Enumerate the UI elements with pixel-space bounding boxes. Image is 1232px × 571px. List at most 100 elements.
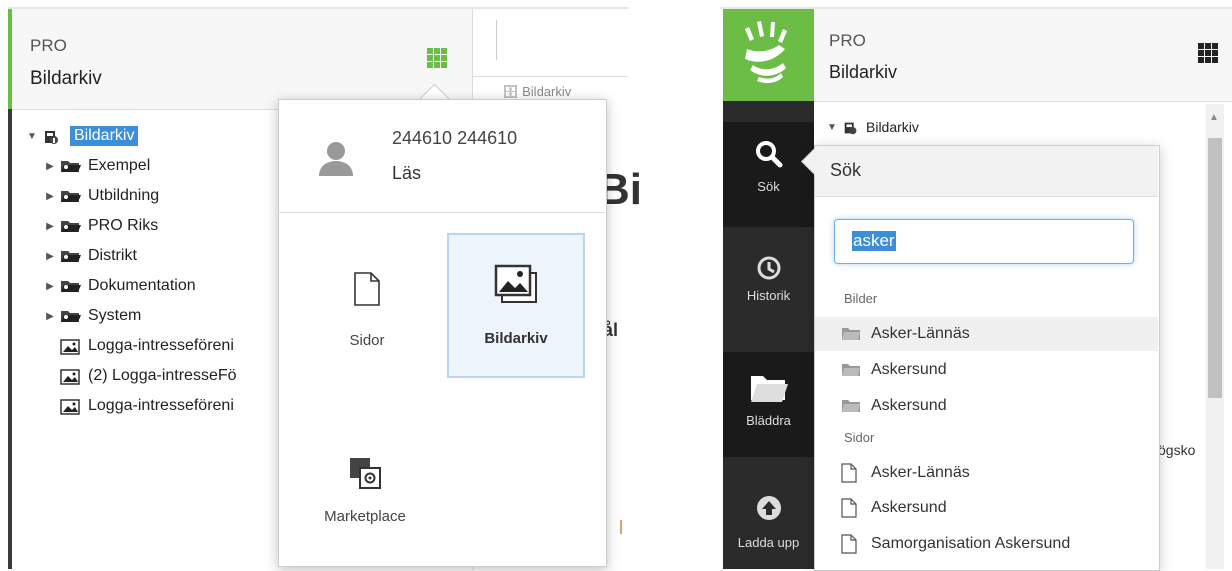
search-result-page[interactable]: Samorganisation Askersund — [815, 527, 1158, 561]
section-label-images: Bilder — [844, 291, 878, 306]
tree-item-exempel[interactable]: ▶ Exempel — [44, 153, 150, 179]
archive-root-icon — [42, 129, 64, 144]
site-title: PRO — [30, 36, 67, 55]
app-tile-sidor[interactable]: Sidor — [300, 240, 434, 380]
search-input-value[interactable]: asker — [852, 231, 896, 251]
nav-label: Bläddra — [746, 413, 791, 428]
apps-grid-icon[interactable] — [427, 48, 447, 68]
result-label[interactable]: Askersund — [871, 361, 947, 379]
folder-icon — [60, 219, 82, 233]
tree-item-label[interactable]: Logga-intresseföreni — [88, 397, 234, 415]
search-result-image[interactable]: Askersund — [815, 353, 1158, 387]
search-input[interactable]: asker — [834, 219, 1134, 264]
tree-item-system[interactable]: ▶ System — [44, 303, 141, 329]
scroll-up-arrow-icon[interactable]: ▲ — [1209, 112, 1219, 123]
result-label[interactable]: Askersund — [871, 397, 947, 415]
collapsed-triangle-icon[interactable]: ▶ — [44, 161, 56, 172]
tree-item-label[interactable]: System — [88, 307, 141, 325]
site-title: PRO — [829, 31, 866, 50]
sidebar-edge — [8, 109, 12, 569]
app-tile-bildarkiv[interactable]: Bildarkiv — [447, 233, 585, 378]
tree-item-dokumentation[interactable]: ▶ Dokumentation — [44, 273, 196, 299]
upload-icon — [755, 494, 783, 525]
user-name: 244610 244610 — [392, 128, 518, 148]
tree-root-label[interactable]: Bildarkiv — [866, 119, 919, 135]
search-popover-header — [815, 146, 1158, 197]
page-icon — [841, 463, 861, 483]
result-label[interactable]: Samorganisation Askersund — [871, 535, 1070, 553]
expanded-triangle-icon[interactable]: ▼ — [826, 122, 838, 133]
hand-logo-icon — [745, 21, 787, 84]
result-label[interactable]: Asker-Lännäs — [871, 325, 970, 343]
app-tile-marketplace[interactable]: Marketplace — [298, 420, 432, 560]
tree-item-image[interactable]: (2) Logga-intresseFö — [60, 363, 237, 389]
result-label[interactable]: Askersund — [871, 499, 947, 517]
tree-item-label[interactable]: PRO Riks — [88, 217, 158, 235]
page-icon — [354, 271, 380, 310]
tree-item-label[interactable]: Utbildning — [88, 187, 159, 205]
tree-item-pro-riks[interactable]: ▶ PRO Riks — [44, 213, 158, 239]
tree-item-label[interactable]: Logga-intresseföreni — [88, 337, 234, 355]
collapsed-triangle-icon[interactable]: ▶ — [44, 191, 56, 202]
popover-arrow-cover — [424, 100, 446, 104]
site-header — [814, 9, 1232, 102]
nav-sok[interactable]: Sök — [723, 122, 814, 227]
breadcrumb-icon: 🗄 — [502, 84, 523, 99]
tree-item-image[interactable]: Logga-intresseföreni — [60, 393, 234, 419]
section-label-pages: Sidor — [844, 430, 875, 445]
nav-ladda-upp[interactable]: Ladda upp — [723, 488, 814, 568]
folder-icon — [60, 279, 82, 293]
folder-icon — [841, 363, 861, 377]
breadcrumb-border — [473, 76, 628, 77]
page-icon — [841, 498, 861, 518]
folder-icon — [60, 189, 82, 203]
search-result-page[interactable]: Askersund — [815, 491, 1158, 525]
expanded-triangle-icon[interactable]: ▼ — [26, 131, 38, 142]
tree-root[interactable]: ▼ Bildarkiv — [826, 114, 919, 140]
scrollbar-thumb[interactable] — [1208, 138, 1222, 398]
image-file-icon — [60, 339, 82, 355]
app-tile-label: Marketplace — [324, 507, 406, 525]
logo-tile[interactable] — [723, 9, 814, 101]
nav-bladdra[interactable]: Bläddra — [723, 352, 814, 457]
tree-item-label[interactable]: (2) Logga-intresseFö — [88, 367, 237, 385]
tree-item-label[interactable]: Dokumentation — [88, 277, 196, 295]
toolbar-divider — [496, 20, 497, 60]
nav-label: Historik — [746, 288, 791, 303]
tree-item-image[interactable]: Logga-intresseföreni — [60, 333, 234, 359]
tree-item-label[interactable]: Distrikt — [88, 247, 137, 265]
result-label[interactable]: Asker-Lännäs — [871, 464, 970, 482]
tree-item-distrikt[interactable]: ▶ Distrikt — [44, 243, 137, 269]
tree-root-label[interactable]: Bildarkiv — [70, 126, 139, 146]
site-subtitle: Bildarkiv — [30, 68, 102, 89]
collapsed-triangle-icon[interactable]: ▶ — [44, 251, 56, 262]
search-result-image[interactable]: Askersund — [815, 389, 1158, 423]
nav-historik[interactable]: Historik — [723, 247, 814, 337]
images-icon — [494, 264, 538, 308]
folder-icon — [841, 327, 861, 341]
folder-icon — [60, 309, 82, 323]
folder-icon — [841, 399, 861, 413]
left-panel: PRO Bildarkiv 🗄 Bildarkiv Bi ål ▼ Bildar… — [0, 0, 642, 569]
search-result-page[interactable]: Asker-Lännäs — [815, 456, 1158, 490]
site-subtitle: Bildarkiv — [829, 62, 898, 82]
image-file-icon — [60, 399, 82, 415]
folder-open-icon — [749, 372, 789, 407]
search-result-image[interactable]: Asker-Lännäs — [815, 317, 1158, 351]
collapsed-triangle-icon[interactable]: ▶ — [44, 281, 56, 292]
partial-marker — [620, 520, 622, 534]
nav-label: Sök — [757, 179, 780, 194]
folder-icon — [60, 159, 82, 173]
collapsed-triangle-icon[interactable]: ▶ — [44, 221, 56, 232]
history-icon — [756, 255, 782, 284]
tree-item-utbildning[interactable]: ▶ Utbildning — [44, 183, 159, 209]
tree-root[interactable]: ▼ Bildarkiv — [26, 123, 139, 149]
breadcrumb[interactable]: 🗄 Bildarkiv — [502, 84, 571, 100]
tree-item-label[interactable]: Exempel — [88, 157, 150, 175]
search-title: Sök — [830, 160, 862, 180]
apps-grid-icon[interactable] — [1198, 43, 1218, 63]
breadcrumb-label: Bildarkiv — [522, 84, 572, 99]
app-tile-label: Sidor — [349, 331, 385, 349]
collapsed-triangle-icon[interactable]: ▶ — [44, 311, 56, 322]
search-icon — [755, 140, 783, 171]
